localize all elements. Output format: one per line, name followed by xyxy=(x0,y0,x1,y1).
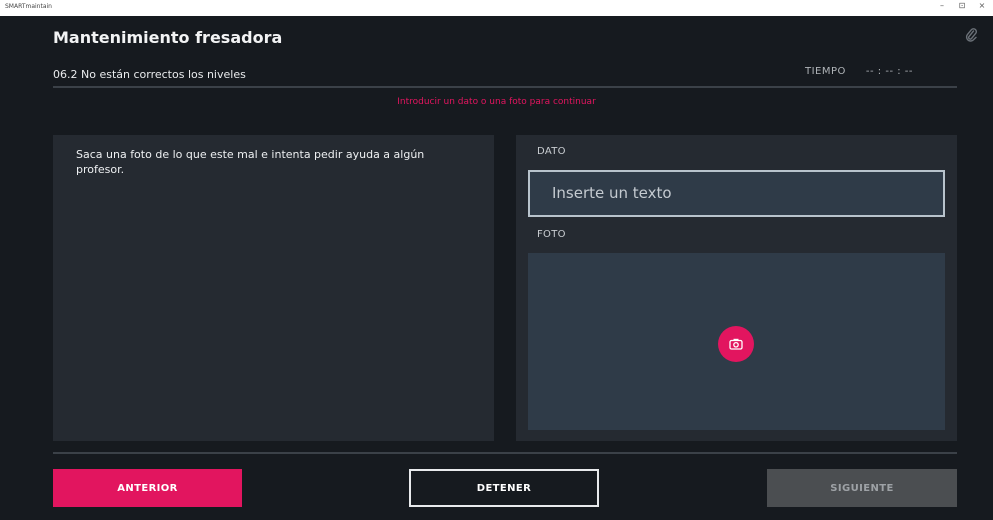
footer-divider xyxy=(53,452,957,454)
dato-input[interactable]: Inserte un texto xyxy=(528,170,945,217)
dato-label: DATO xyxy=(537,146,566,157)
validation-hint: Introducir un dato o una foto para conti… xyxy=(397,97,596,107)
window-controls: – ⊡ × xyxy=(937,1,987,10)
paperclip-icon[interactable] xyxy=(965,28,977,42)
stop-button[interactable]: DETENER xyxy=(409,469,599,507)
foto-label: FOTO xyxy=(537,229,566,240)
time-display: TIEMPO -- : -- : -- xyxy=(805,66,913,77)
instructions-text: Saca una foto de lo que este mal e inten… xyxy=(76,148,425,176)
previous-button[interactable]: ANTERIOR xyxy=(53,469,242,507)
input-panel: DATO Inserte un texto FOTO xyxy=(516,135,957,441)
close-button[interactable]: × xyxy=(977,1,987,10)
time-label: TIEMPO xyxy=(805,66,846,77)
photo-area[interactable] xyxy=(528,253,945,430)
header-divider xyxy=(53,86,957,88)
time-value: -- : -- : -- xyxy=(865,66,914,77)
page-title: Mantenimiento fresadora xyxy=(53,28,283,47)
next-button[interactable]: SIGUIENTE xyxy=(767,469,957,507)
window-titlebar: SMARTmaintain – ⊡ × xyxy=(0,0,993,16)
camera-icon xyxy=(729,338,743,350)
camera-button[interactable] xyxy=(718,326,754,362)
step-label: 06.2 No están correctos los niveles xyxy=(53,68,246,81)
instructions-panel: Saca una foto de lo que este mal e inten… xyxy=(53,135,494,441)
maximize-button[interactable]: ⊡ xyxy=(957,1,967,10)
minimize-button[interactable]: – xyxy=(937,1,947,10)
app-name: SMARTmaintain xyxy=(5,3,52,10)
